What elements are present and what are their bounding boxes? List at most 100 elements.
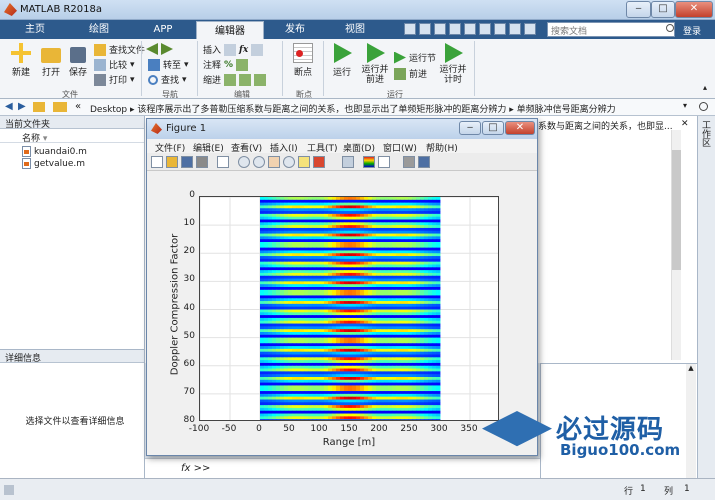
quick-undo-icon[interactable]: [464, 23, 476, 35]
tab-editor[interactable]: 编辑器: [196, 21, 264, 39]
path-overflow-icon[interactable]: «: [75, 101, 81, 112]
column-header-name[interactable]: 名称 ▾: [0, 130, 144, 144]
hide-tools-icon[interactable]: [403, 156, 415, 168]
scroll-thumb[interactable]: [672, 150, 681, 270]
forward-icon[interactable]: ▶: [18, 101, 26, 112]
comment-button[interactable]: 注释 %: [203, 58, 249, 71]
editor-scrollbar[interactable]: [671, 130, 681, 360]
tab-apps[interactable]: APP: [132, 20, 194, 39]
heatmap-cell: [336, 256, 341, 260]
heatmap-cell: [368, 306, 373, 310]
zoom-out-icon[interactable]: [253, 156, 265, 168]
command-window[interactable]: fx >>: [145, 458, 540, 478]
quick-redo-icon[interactable]: [479, 23, 491, 35]
new-button[interactable]: 新建: [6, 43, 36, 78]
wrap-icon[interactable]: [236, 58, 249, 71]
tab-publish[interactable]: 发布: [266, 20, 324, 39]
figure-close-button[interactable]: ✕: [505, 121, 535, 135]
data-cursor-icon[interactable]: [298, 156, 310, 168]
tab-home[interactable]: 主页: [4, 20, 66, 39]
heatmap-cell: [336, 315, 341, 319]
new-figure-icon[interactable]: [151, 156, 163, 168]
legend-icon[interactable]: [378, 156, 390, 168]
heatmap-cell: [264, 385, 269, 389]
path-dropdown-icon[interactable]: ▾: [683, 101, 687, 110]
heatmap-cell: [264, 312, 269, 316]
figure-minimize-button[interactable]: ‒: [459, 121, 481, 135]
close-button[interactable]: ✕: [675, 1, 713, 18]
breakpoints-button[interactable]: 断点: [288, 43, 318, 78]
heatmap-cell: [376, 334, 381, 339]
list-item[interactable]: getvalue.m: [22, 158, 85, 169]
quick-copy-icon[interactable]: [434, 23, 446, 35]
heatmap-cell: [432, 289, 437, 294]
open-file-icon[interactable]: [166, 156, 178, 168]
open-button[interactable]: 打开: [36, 43, 66, 78]
insert-button[interactable]: 插入 fx: [203, 43, 264, 56]
back-icon[interactable]: ◀: [5, 101, 13, 112]
quick-help-icon[interactable]: [509, 23, 521, 35]
nav-back-button[interactable]: [146, 43, 173, 55]
indent-icon[interactable]: [224, 73, 237, 86]
login-link[interactable]: 登录: [683, 24, 701, 37]
quick-paste-icon[interactable]: [449, 23, 461, 35]
heatmap-cell: [288, 236, 293, 240]
pointer-icon[interactable]: [217, 156, 229, 168]
outdent-icon[interactable]: [239, 73, 252, 86]
path-search-icon[interactable]: [699, 102, 708, 111]
heatmap-cell: [324, 242, 329, 246]
figure-maximize-button[interactable]: □: [482, 121, 504, 135]
brush-icon[interactable]: [313, 156, 325, 168]
quick-save-icon[interactable]: [404, 23, 416, 35]
search-input[interactable]: 搜索文档: [547, 22, 675, 37]
zoom-in-icon[interactable]: [238, 156, 250, 168]
workspace-side-tab[interactable]: 工作区: [700, 120, 712, 147]
edit-options-icon[interactable]: [251, 43, 264, 56]
quick-doc-icon[interactable]: [524, 23, 536, 35]
fx-icon[interactable]: fx: [239, 45, 248, 55]
heatmap-cell: [364, 298, 369, 302]
browse-folder-icon[interactable]: [53, 102, 67, 112]
tab-view[interactable]: 视图: [326, 20, 384, 39]
print-button[interactable]: 打印 ▾: [94, 73, 135, 86]
breadcrumb-desktop[interactable]: Desktop: [90, 105, 127, 115]
breadcrumb-project-folder[interactable]: 该程序展示出了多普勒压缩系数与距离之间的关系，也即显示出了单频矩形脉冲的距离分辨…: [137, 105, 506, 115]
up-folder-icon[interactable]: [33, 102, 45, 112]
print-figure-icon[interactable]: [196, 156, 208, 168]
heatmap-cell: [420, 211, 425, 215]
save-figure-icon[interactable]: [181, 156, 193, 168]
run-advance-button[interactable]: 运行并 前进: [358, 43, 392, 85]
ribbon-collapse-icon[interactable]: ▴: [703, 83, 707, 92]
heatmap-cell: [432, 407, 437, 412]
run-section-button[interactable]: 运行节: [394, 51, 436, 64]
quick-switch-icon[interactable]: [494, 23, 506, 35]
advance-button[interactable]: 前进: [394, 67, 427, 80]
goto-button[interactable]: 转至 ▾: [148, 58, 189, 71]
search-icon[interactable]: [666, 24, 674, 32]
indent-button[interactable]: 缩进: [203, 73, 267, 86]
heatmap-cell: [300, 329, 305, 333]
plot-axes[interactable]: [199, 196, 499, 421]
pan-icon[interactable]: [268, 156, 280, 168]
breadcrumb-subfolder[interactable]: 单频脉冲信号距离分辨力: [517, 105, 616, 115]
save-button[interactable]: 保存: [64, 43, 92, 78]
percent-icon[interactable]: %: [224, 60, 233, 70]
editor-close-icon[interactable]: ✕: [681, 119, 689, 129]
list-item[interactable]: kuandai0.m: [22, 146, 87, 157]
tab-plots[interactable]: 绘图: [68, 20, 130, 39]
run-time-button[interactable]: 运行并 计时: [436, 43, 470, 85]
minimize-button[interactable]: ‒: [626, 1, 651, 18]
heatmap-cell: [300, 382, 305, 386]
figure-window[interactable]: Figure 1 ‒ □ ✕ 文件(F) 编辑(E) 查看(V) 插入(I) 工…: [146, 118, 538, 456]
find-button[interactable]: 查找 ▾: [148, 73, 187, 86]
find-files-button[interactable]: 查找文件: [94, 43, 145, 56]
smart-indent-icon[interactable]: [254, 73, 267, 86]
show-tools-icon[interactable]: [418, 156, 430, 168]
link-plot-icon[interactable]: [342, 156, 354, 168]
compare-button[interactable]: 比较 ▾: [94, 58, 135, 71]
rotate-icon[interactable]: [283, 156, 295, 168]
run-button[interactable]: 运行: [328, 43, 356, 78]
maximize-button[interactable]: □: [651, 1, 675, 18]
quick-cut-icon[interactable]: [419, 23, 431, 35]
colorbar-icon[interactable]: [363, 156, 375, 168]
